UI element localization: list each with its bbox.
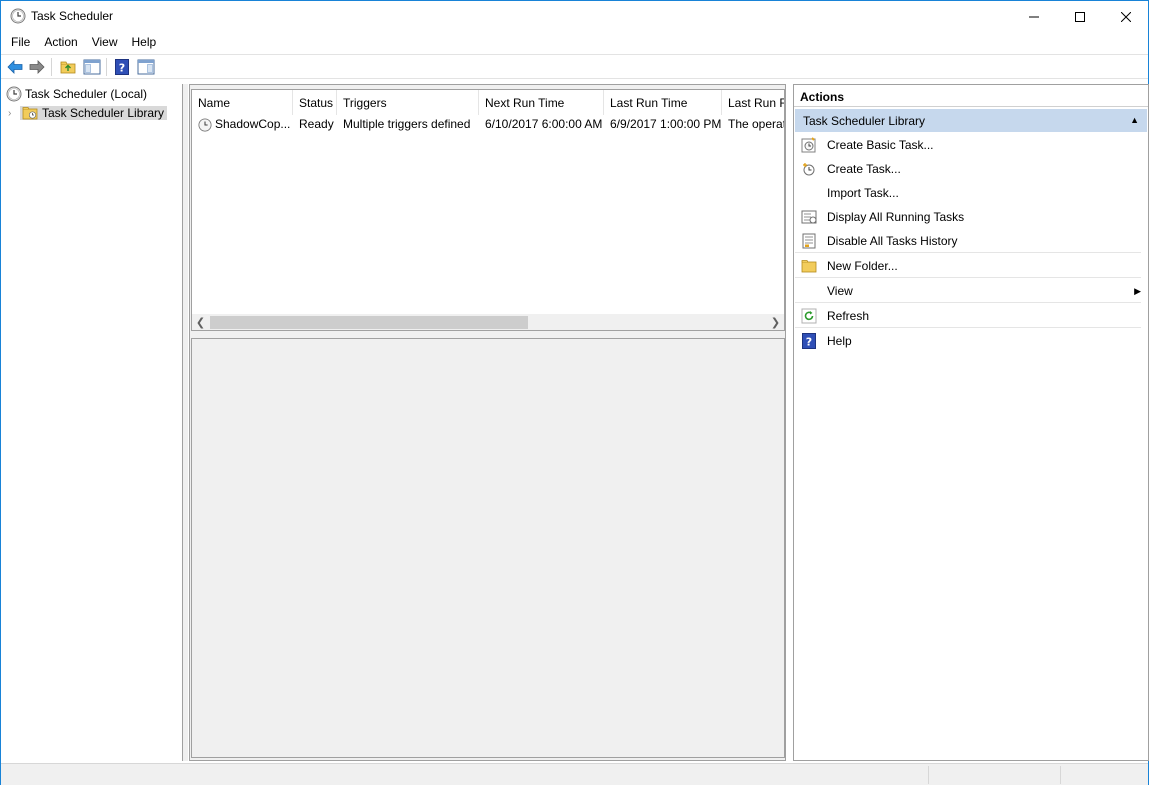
forward-arrow-icon	[29, 60, 45, 74]
task-status: Ready	[299, 117, 334, 131]
center-splitter[interactable]	[191, 331, 785, 338]
submenu-arrow-icon: ▶	[1134, 286, 1141, 296]
action-label: Help	[827, 334, 852, 348]
actions-pane: Actions Task Scheduler Library ▲ Create …	[793, 84, 1149, 761]
action-create-task[interactable]: Create Task...	[795, 157, 1141, 181]
up-folder-button[interactable]	[58, 58, 78, 76]
action-label: Display All Running Tasks	[827, 210, 965, 224]
clock-icon	[6, 86, 22, 102]
task-scheduler-window: Task Scheduler File Action View Help ? T…	[0, 0, 1149, 785]
collapse-up-icon[interactable]: ▲	[1130, 115, 1139, 125]
create-basic-task-icon	[801, 137, 817, 153]
scheduler-folder-icon	[22, 107, 38, 120]
action-label: View	[827, 283, 853, 298]
task-next-run-time: 6/10/2017 6:00:00 AM	[485, 117, 603, 131]
tree-item-label: Task Scheduler Library	[42, 106, 165, 120]
column-header-name[interactable]: Name	[192, 90, 293, 115]
help-icon: ?	[115, 59, 129, 75]
new-folder-icon	[801, 258, 817, 274]
menu-action[interactable]: Action	[37, 32, 84, 54]
tree-splitter[interactable]	[183, 84, 188, 761]
maximize-button[interactable]	[1057, 1, 1103, 32]
menu-file[interactable]: File	[4, 32, 37, 54]
toolbar: ?	[1, 54, 1148, 79]
column-header-status[interactable]: Status	[293, 90, 337, 115]
actions-title: Actions	[794, 85, 1148, 107]
back-button[interactable]	[5, 58, 25, 76]
status-bar-pane	[1060, 766, 1148, 784]
action-refresh[interactable]: Refresh	[795, 304, 1141, 328]
up-folder-icon	[60, 61, 76, 74]
tree-item-task-scheduler-library[interactable]: › Task Scheduler Library	[8, 104, 168, 122]
task-name: ShadowCop...	[215, 117, 291, 131]
task-detail-pane	[191, 338, 785, 758]
action-display-running-tasks[interactable]: Display All Running Tasks	[795, 205, 1141, 229]
title-bar[interactable]: Task Scheduler	[1, 1, 1148, 32]
task-triggers: Multiple triggers defined	[343, 117, 471, 131]
actions-section-header[interactable]: Task Scheduler Library ▲	[795, 109, 1147, 132]
tree-item-label: Task Scheduler (Local)	[25, 87, 148, 101]
refresh-icon	[801, 308, 817, 324]
column-header-last-run-time[interactable]: Last Run Time	[604, 90, 722, 115]
action-help[interactable]: ? Help	[795, 329, 1141, 353]
forward-button[interactable]	[27, 58, 47, 76]
action-label: Disable All Tasks History	[827, 233, 958, 248]
task-last-run-time: 6/9/2017 1:00:00 PM	[610, 117, 722, 131]
window-title: Task Scheduler	[31, 9, 114, 23]
action-create-basic-task[interactable]: Create Basic Task...	[795, 133, 1141, 157]
show-hide-console-tree-button[interactable]	[82, 58, 102, 76]
task-clock-icon	[198, 118, 212, 135]
task-last-run-result: The operat	[728, 117, 785, 131]
show-hide-action-pane-icon	[137, 59, 155, 75]
action-label: Refresh	[827, 308, 870, 323]
action-import-task[interactable]: Import Task...	[795, 181, 1141, 205]
action-label: Create Task...	[827, 162, 901, 176]
back-arrow-icon	[7, 60, 23, 74]
minimize-button[interactable]	[1011, 1, 1057, 32]
expand-chevron-icon[interactable]: ›	[8, 108, 20, 119]
menu-bar: File Action View Help	[1, 32, 1148, 54]
task-list: Name Status Triggers Next Run Time Last …	[191, 89, 785, 331]
help-icon: ?	[801, 333, 817, 349]
action-disable-tasks-history[interactable]: Disable All Tasks History	[795, 229, 1141, 253]
action-new-folder[interactable]: New Folder...	[795, 254, 1141, 278]
status-bar-pane	[928, 766, 1060, 784]
clock-icon	[10, 8, 26, 24]
console-tree: Task Scheduler (Local) › Task Scheduler …	[2, 84, 183, 761]
action-label: New Folder...	[827, 258, 898, 273]
menu-view[interactable]: View	[85, 32, 125, 54]
task-list-header: Name Status Triggers Next Run Time Last …	[192, 90, 784, 115]
scrollbar-thumb[interactable]	[210, 316, 528, 329]
horizontal-scrollbar[interactable]: ❮ ❯	[192, 314, 784, 330]
actions-section-label: Task Scheduler Library	[803, 114, 926, 128]
close-button[interactable]	[1103, 1, 1149, 32]
status-bar	[1, 763, 1148, 785]
svg-text:?: ?	[119, 62, 125, 75]
action-view[interactable]: View ▶	[795, 279, 1141, 303]
help-toolbar-button[interactable]: ?	[112, 58, 132, 76]
tree-item-task-scheduler-local[interactable]: Task Scheduler (Local)	[6, 85, 150, 103]
column-header-next-run-time[interactable]: Next Run Time	[479, 90, 604, 115]
tasks-history-icon	[801, 233, 817, 249]
menu-help[interactable]: Help	[125, 32, 164, 54]
table-row[interactable]: ShadowCop... Ready Multiple triggers def…	[192, 115, 784, 135]
action-label: Create Basic Task...	[827, 138, 934, 152]
scroll-right-icon[interactable]: ❯	[767, 314, 784, 330]
show-hide-action-pane-button[interactable]	[136, 58, 156, 76]
scroll-left-icon[interactable]: ❮	[192, 314, 209, 330]
create-task-icon	[801, 161, 817, 177]
column-header-triggers[interactable]: Triggers	[337, 90, 479, 115]
column-header-last-run-result[interactable]: Last Run R	[722, 90, 784, 115]
svg-text:?: ?	[806, 336, 812, 349]
action-label: Import Task...	[827, 186, 899, 200]
running-tasks-icon	[801, 209, 817, 225]
show-hide-console-tree-icon	[83, 59, 101, 75]
